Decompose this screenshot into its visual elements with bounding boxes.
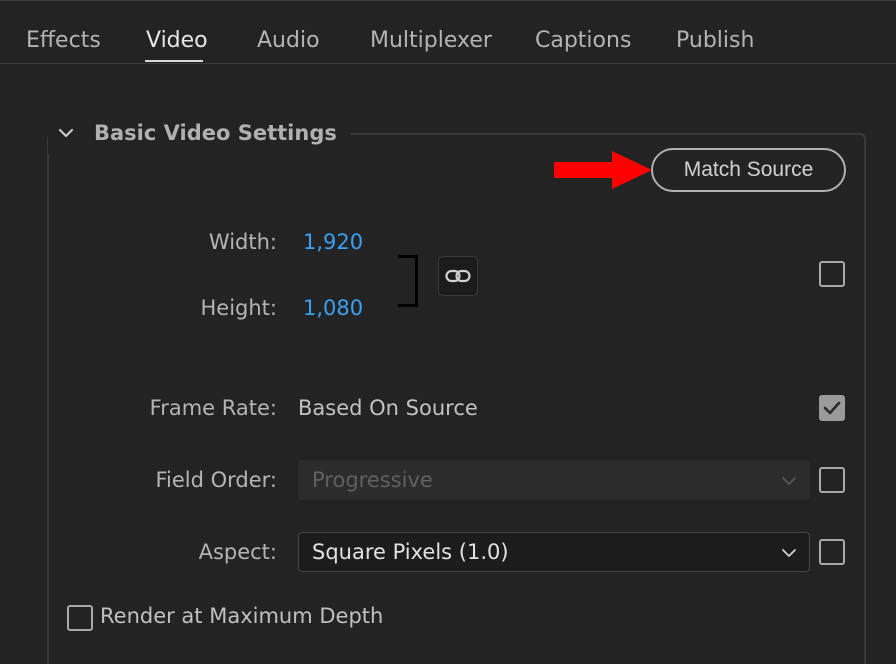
dimension-link-bracket xyxy=(398,255,418,307)
tab-publish[interactable]: Publish xyxy=(676,25,754,57)
active-tab-indicator xyxy=(145,60,203,62)
field-order-dropdown[interactable]: Progressive xyxy=(298,460,810,500)
frame-rate-checkbox[interactable] xyxy=(819,395,845,421)
render-max-depth-label[interactable]: Render at Maximum Depth xyxy=(100,604,383,628)
tab-effects[interactable]: Effects xyxy=(26,25,101,57)
tab-bar: Effects Video Audio Multiplexer Captions… xyxy=(0,0,896,64)
caret-down-icon xyxy=(782,477,796,485)
export-settings-panel: Effects Video Audio Multiplexer Captions… xyxy=(0,0,896,664)
tab-captions[interactable]: Captions xyxy=(535,25,631,57)
caret-down-icon xyxy=(782,549,796,557)
match-source-button[interactable]: Match Source xyxy=(651,148,846,192)
field-order-label: Field Order: xyxy=(155,468,277,492)
aspect-checkbox[interactable] xyxy=(819,539,845,565)
aspect-value: Square Pixels (1.0) xyxy=(312,540,509,564)
width-label: Width: xyxy=(208,230,277,254)
tab-audio[interactable]: Audio xyxy=(257,25,320,57)
chevron-down-icon[interactable] xyxy=(56,123,76,143)
height-value[interactable]: 1,080 xyxy=(303,296,363,320)
height-label: Height: xyxy=(200,296,278,320)
frame-rate-label: Frame Rate: xyxy=(149,396,277,420)
checkmark-icon xyxy=(823,401,841,415)
width-value[interactable]: 1,920 xyxy=(303,230,363,254)
field-order-value: Progressive xyxy=(312,468,433,492)
render-max-depth-checkbox[interactable] xyxy=(67,605,93,631)
link-icon xyxy=(445,269,471,283)
frame-rate-value: Based On Source xyxy=(298,396,478,420)
tab-video[interactable]: Video xyxy=(146,25,208,57)
dimensions-checkbox[interactable] xyxy=(819,261,845,287)
red-arrow-icon xyxy=(554,151,652,189)
section-title: Basic Video Settings xyxy=(94,121,337,145)
aspect-dropdown[interactable]: Square Pixels (1.0) xyxy=(298,532,810,572)
field-order-checkbox[interactable] xyxy=(819,467,845,493)
section-header[interactable]: Basic Video Settings xyxy=(48,112,351,154)
tab-multiplexer[interactable]: Multiplexer xyxy=(370,25,492,57)
aspect-label: Aspect: xyxy=(198,540,277,564)
constrain-proportions-button[interactable] xyxy=(438,256,478,296)
